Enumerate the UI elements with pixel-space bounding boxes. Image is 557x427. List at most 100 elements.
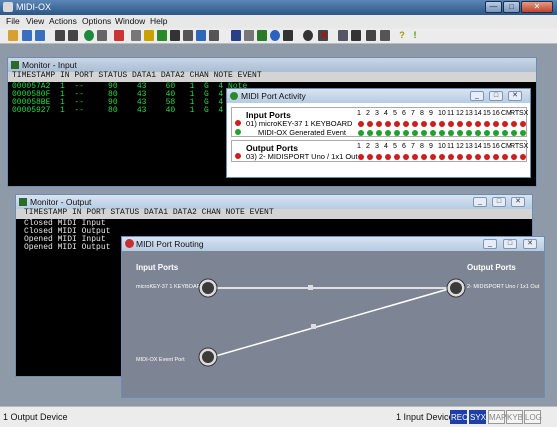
monitor-input-header: TIMESTAMP IN PORT STATUS DATA1 DATA2 CHA… [8,71,536,82]
input-led-icon [235,120,241,126]
print-icon[interactable] [366,30,376,41]
channel-label: RT [510,143,520,150]
loop-icon[interactable] [270,30,280,41]
route-line-input2[interactable] [211,287,453,358]
midi-connector-icon[interactable] [446,278,466,298]
midi-connector-icon[interactable] [198,347,218,367]
stop-icon[interactable] [68,30,78,41]
channel-label: 5 [393,143,397,150]
minimize-button[interactable]: _ [473,197,487,207]
menu-help[interactable]: Help [150,16,167,26]
monitor-input-row[interactable]: 00005927 1 -- 80 43 40 1 G 4 Note [12,106,247,116]
channel-label: 6 [402,110,406,117]
port-activity-window: MIDI Port Activity _ □ ✕ Input Ports 01)… [226,88,531,178]
pencil-icon[interactable] [144,30,154,41]
delete-icon[interactable]: ✕ [319,30,329,41]
toolbar: ✕ ? ! [0,28,557,44]
save-icon[interactable] [22,30,32,41]
minimize-button[interactable]: _ [470,91,484,101]
routing-icon[interactable] [196,30,206,41]
close-button[interactable]: ✕ [523,239,537,249]
channel-led-icon [511,130,517,136]
channel-led-icon [421,121,427,127]
output-channel-labels: 1 2 3 4 5 6 7 8 9 10 11 12 13 14 15 16 CM RT SX [357,143,529,152]
channel-label: 16 [492,143,500,150]
exclamation-icon[interactable]: ! [410,30,420,41]
channel-led-icon [403,121,409,127]
port-routing-titlebar: MIDI Port Routing _ □ ✕ [122,237,544,251]
keyboard-icon[interactable] [114,30,124,41]
close-button[interactable]: ✕ [521,1,553,13]
open-icon[interactable] [8,30,18,41]
menu-window[interactable]: Window [115,16,145,26]
monitor-input-titlebar: Monitor - Input [8,58,536,72]
menu-view[interactable]: View [26,16,44,26]
input-channel-leds-row2 [358,130,528,136]
channel-led-icon [502,121,508,127]
maximize-button[interactable]: □ [503,1,520,13]
port-icon[interactable] [183,30,193,41]
minimize-button[interactable]: — [485,1,502,13]
route-handle[interactable] [311,324,316,329]
channel-led-icon [448,154,454,160]
channel-led-icon [385,121,391,127]
piano-icon[interactable] [231,30,241,41]
close-button[interactable]: ✕ [511,197,525,207]
restore-button[interactable]: □ [492,197,506,207]
channel-label: SX [519,143,529,150]
channel-led-icon [367,121,373,127]
rec-indicator: REC [450,410,468,424]
output-channel-leds [358,154,528,160]
channel-label: 3 [375,143,379,150]
menu-file[interactable]: File [6,16,20,26]
midi-connector-icon[interactable] [198,278,218,298]
pause-icon[interactable] [303,30,313,41]
play-icon[interactable] [84,30,94,41]
activity-icon [230,92,238,100]
route-handle[interactable] [308,285,313,290]
channel-label: 2 [366,110,370,117]
status-icon[interactable] [131,30,141,41]
monitor-icon[interactable] [170,30,180,41]
filter-icon[interactable] [244,30,254,41]
save-all-icon[interactable] [35,30,45,41]
app-logo-icon [3,2,13,12]
wrench-icon[interactable] [380,30,390,41]
monitor-input-title: Monitor - Input [22,60,77,70]
log-indicator: LOG [524,410,542,424]
channel-label: 16 [492,110,500,117]
menu-options[interactable]: Options [82,16,111,26]
minimize-button[interactable]: _ [483,239,497,249]
channel-label: 12 [456,110,464,117]
channel-label: 2 [366,143,370,150]
monitor-icon [19,198,27,206]
channel-label: 1 [357,110,361,117]
close-button[interactable]: ✕ [508,91,522,101]
channel-led-icon [466,154,472,160]
monitor-output-row[interactable]: Opened MIDI Output [24,243,110,253]
music-note-icon[interactable] [257,30,267,41]
help-icon[interactable]: ? [397,30,407,41]
channel-led-icon [511,154,517,160]
channel-label: SX [519,110,529,117]
menu-actions[interactable]: Actions [49,16,77,26]
mapper-icon[interactable] [209,30,219,41]
input-channel-labels: 1 2 3 4 5 6 7 8 9 10 11 12 13 14 15 16 CM RT SX [357,110,529,119]
port-activity-title: MIDI Port Activity [241,91,306,101]
channel-led-icon [520,154,526,160]
grid-icon[interactable] [97,30,107,41]
channel-label: 13 [465,143,473,150]
channel-led-icon [520,121,526,127]
monitor-output-title: Monitor - Output [30,197,92,207]
restore-button[interactable]: □ [489,91,503,101]
restore-button[interactable]: □ [503,239,517,249]
channel-led-icon [457,154,463,160]
status-bar: 1 Output Device 1 Input Device REC SYX M… [0,406,557,427]
channel-led-icon [457,130,463,136]
window-icon[interactable] [338,30,348,41]
sysex-icon[interactable] [157,30,167,41]
record-icon[interactable] [55,30,65,41]
clipboard-icon[interactable] [351,30,361,41]
channel-led-icon [394,130,400,136]
clock-icon[interactable] [290,30,300,41]
